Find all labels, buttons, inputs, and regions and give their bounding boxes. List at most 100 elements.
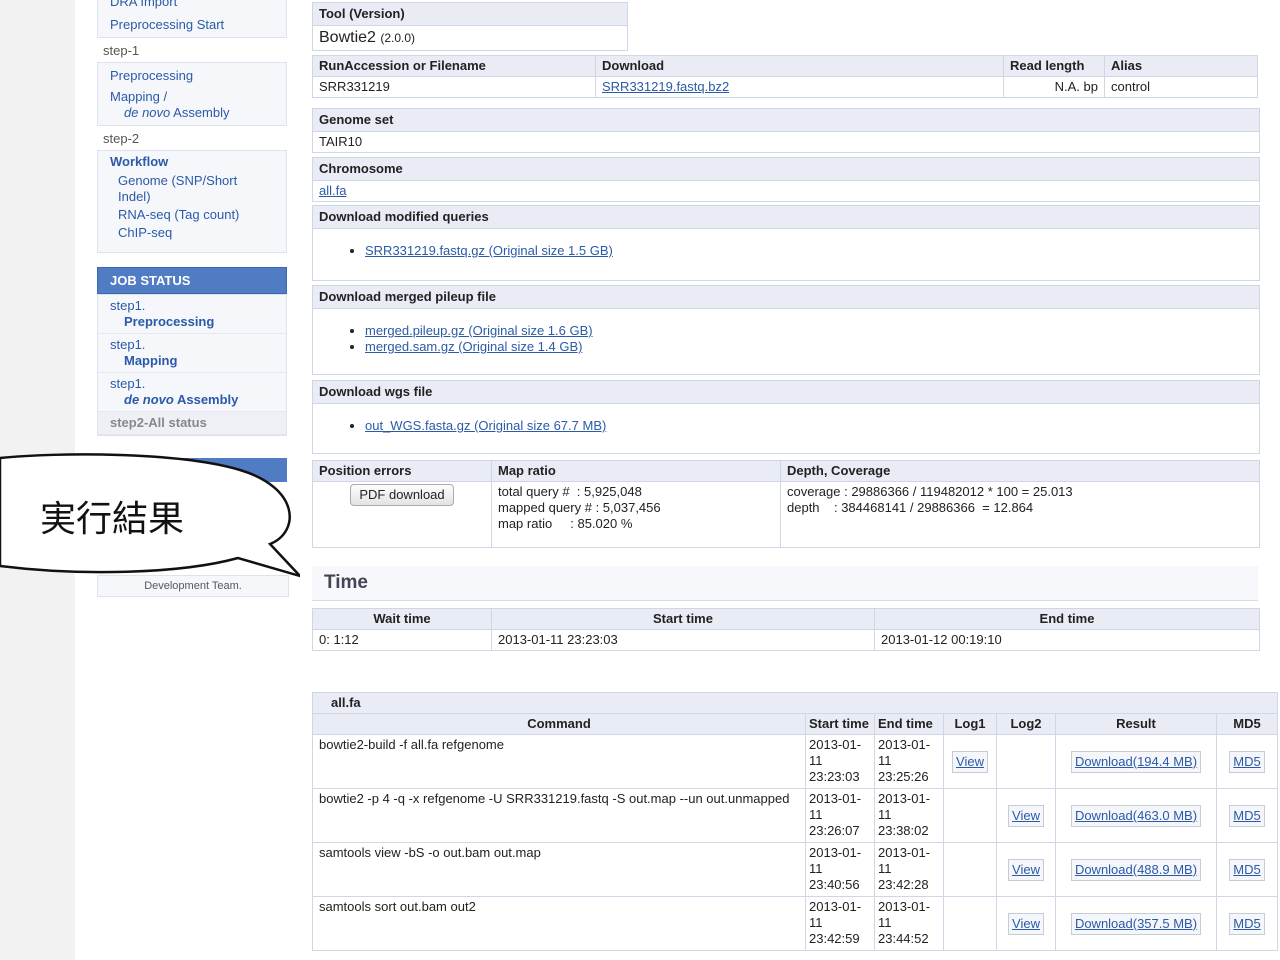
start-time-part: 11 bbox=[809, 915, 823, 930]
tool-name: Bowtie2 bbox=[319, 29, 376, 46]
command-cell: View bbox=[943, 734, 997, 789]
sidebar: DRA Import Preprocessing Start step-1 Pr… bbox=[97, 0, 289, 597]
map-ratio-line: map ratio : 85.020 % bbox=[498, 516, 633, 531]
command-cell: samtools view -bS -o out.bam out.map bbox=[312, 842, 806, 897]
sidebar-item-dra-import[interactable]: DRA Import bbox=[98, 0, 286, 11]
pdf-download-button[interactable]: PDF download bbox=[350, 484, 454, 506]
time-col-start: Start time bbox=[491, 608, 875, 630]
command-row: samtools sort out.bam out2 2013-01- 11 23:4… bbox=[312, 896, 1278, 951]
md5-button[interactable]: MD5 bbox=[1229, 804, 1265, 827]
commands-body: bowtie2-build -f all.fa refgenome 2013-01… bbox=[312, 734, 1278, 951]
start-time-part: 23:26:07 bbox=[809, 823, 860, 838]
run-col-alias: Alias bbox=[1104, 55, 1258, 77]
command-row: bowtie2-build -f all.fa refgenome 2013-01… bbox=[312, 734, 1278, 789]
chromosome-link[interactable]: all.fa bbox=[319, 183, 346, 198]
mapping-label-line1: Mapping / bbox=[110, 89, 168, 104]
job-name-rest: Assembly bbox=[173, 392, 239, 407]
command-cell: Download(463.0 MB) bbox=[1055, 788, 1217, 843]
stats-panel: Position errors Map ratio Depth, Coverag… bbox=[312, 460, 1260, 548]
start-time-part: 11 bbox=[809, 861, 823, 876]
command-cell: Download(488.9 MB) bbox=[1055, 842, 1217, 897]
job-status-list: step1. Preprocessing step1. Mapping step… bbox=[97, 294, 287, 436]
end-time-value: 2013-01-12 00:19:10 bbox=[874, 629, 1260, 651]
merged-pileup-header: Download merged pileup file bbox=[313, 286, 1259, 309]
genome-set-value: TAIR10 bbox=[319, 134, 363, 149]
command-cell: 2013-01- 11 23:44:52 bbox=[874, 896, 944, 951]
run-table-panel: RunAccession or Filename Download Read l… bbox=[312, 55, 1258, 98]
map-ratio-line: total query # : 5,925,048 bbox=[498, 484, 642, 499]
start-time-part: 23:40:56 bbox=[809, 877, 860, 892]
wgs-header: Download wgs file bbox=[313, 381, 1259, 404]
command-row: bowtie2 -p 4 -q -x refgenome -U SRR33121… bbox=[312, 788, 1278, 843]
result-download-button[interactable]: Download(488.9 MB) bbox=[1070, 858, 1202, 881]
commands-file-header: all.fa bbox=[312, 692, 1278, 714]
sidebar-item-preprocessing-start[interactable]: Preprocessing Start bbox=[98, 11, 286, 37]
command-cell bbox=[943, 842, 997, 897]
sidebar-box-workflow: Workflow Genome (SNP/Short Indel) RNA-se… bbox=[97, 150, 287, 253]
command-cell: 2013-01- 11 23:23:03 bbox=[805, 734, 875, 789]
command-text: bowtie2-build -f all.fa refgenome bbox=[319, 737, 504, 752]
end-time-part: 23:44:52 bbox=[878, 931, 929, 946]
command-cell: bowtie2-build -f all.fa refgenome bbox=[312, 734, 806, 789]
wgs-link[interactable]: out_WGS.fasta.gz (Original size 67.7 MB) bbox=[365, 418, 606, 433]
modified-query-link[interactable]: SRR331219.fastq.gz (Original size 1.5 GB… bbox=[365, 243, 613, 258]
mapping-label-italic: de novo bbox=[124, 105, 171, 120]
sidebar-item-rnaseq[interactable]: RNA-seq (Tag count) bbox=[98, 206, 286, 224]
tool-panel: Tool (Version) Bowtie2 (2.0.0) bbox=[312, 2, 628, 51]
command-cell: 2013-01- 11 23:42:59 bbox=[805, 896, 875, 951]
start-time-part: 11 bbox=[809, 807, 823, 822]
log2-view-button[interactable]: View bbox=[1008, 804, 1044, 827]
log1-view-button[interactable]: View bbox=[952, 750, 988, 773]
sidebar-workflow-heading: Workflow bbox=[110, 154, 169, 169]
run-download-link[interactable]: SRR331219.fastq.bz2 bbox=[602, 79, 729, 94]
tool-version: (2.0.0) bbox=[380, 31, 416, 45]
sidebar-item-preprocessing[interactable]: Preprocessing bbox=[98, 63, 286, 88]
md5-button[interactable]: MD5 bbox=[1229, 912, 1265, 935]
stats-col-depth: Depth, Coverage bbox=[780, 460, 1260, 482]
command-cell: bowtie2 -p 4 -q -x refgenome -U SRR33121… bbox=[312, 788, 806, 843]
command-cell: 2013-01- 11 23:38:02 bbox=[874, 788, 944, 843]
genome-set-header: Genome set bbox=[313, 109, 1259, 132]
start-time-part: 2013-01- bbox=[809, 899, 862, 914]
time-section-title: Time bbox=[324, 572, 369, 593]
end-time-part: 11 bbox=[878, 807, 892, 822]
end-time-part: 11 bbox=[878, 915, 892, 930]
job-step-label: step1. bbox=[110, 298, 146, 313]
end-time-part: 11 bbox=[878, 861, 892, 876]
merged-sam-link[interactable]: merged.sam.gz (Original size 1.4 GB) bbox=[365, 339, 582, 354]
cmd-col-start: Start time bbox=[805, 713, 875, 735]
cmd-col-md5: MD5 bbox=[1216, 713, 1278, 735]
start-time-part: 23:23:03 bbox=[809, 769, 860, 784]
sidebar-item-chipseq[interactable]: ChIP-seq bbox=[98, 224, 286, 242]
time-table: Wait time Start time End time 0: 1:12 20… bbox=[312, 608, 1260, 651]
log2-view-button[interactable]: View bbox=[1008, 912, 1044, 935]
command-cell: MD5 bbox=[1216, 788, 1278, 843]
merged-pileup-panel: Download merged pileup file merged.pileu… bbox=[312, 285, 1260, 375]
job-name: Mapping bbox=[124, 353, 178, 368]
job-status-item[interactable]: step1. Preprocessing bbox=[98, 295, 286, 334]
sidebar-item-mapping[interactable]: Mapping / de novo Assembly bbox=[98, 88, 286, 125]
result-download-button[interactable]: Download(463.0 MB) bbox=[1070, 804, 1202, 827]
merged-pileup-link[interactable]: merged.pileup.gz (Original size 1.6 GB) bbox=[365, 323, 593, 338]
end-time-part: 2013-01- bbox=[878, 737, 931, 752]
sidebar-item-genome[interactable]: Genome (SNP/Short Indel) bbox=[98, 172, 278, 206]
log2-view-button[interactable]: View bbox=[1008, 858, 1044, 881]
command-cell: MD5 bbox=[1216, 734, 1278, 789]
command-text: samtools view -bS -o out.bam out.map bbox=[319, 845, 541, 860]
result-download-button[interactable]: Download(194.4 MB) bbox=[1070, 750, 1202, 773]
run-col-accession: RunAccession or Filename bbox=[312, 55, 596, 77]
command-cell: MD5 bbox=[1216, 896, 1278, 951]
job-name: Preprocessing bbox=[124, 314, 215, 329]
md5-button[interactable]: MD5 bbox=[1229, 858, 1265, 881]
result-download-button[interactable]: Download(357.5 MB) bbox=[1070, 912, 1202, 935]
genome-set-panel: Genome set TAIR10 bbox=[312, 108, 1260, 153]
cmd-col-end: End time bbox=[874, 713, 944, 735]
md5-button[interactable]: MD5 bbox=[1229, 750, 1265, 773]
command-text: bowtie2 -p 4 -q -x refgenome -U SRR33121… bbox=[319, 791, 790, 806]
sidebar-item-all-status[interactable]: step2-All status bbox=[98, 412, 286, 435]
command-cell: View bbox=[996, 788, 1056, 843]
job-status-item[interactable]: step1. Mapping bbox=[98, 334, 286, 373]
job-status-item[interactable]: step1. de novo Assembly bbox=[98, 373, 286, 412]
start-time-part: 11 bbox=[809, 753, 823, 768]
job-step-label: step1. bbox=[110, 337, 146, 352]
